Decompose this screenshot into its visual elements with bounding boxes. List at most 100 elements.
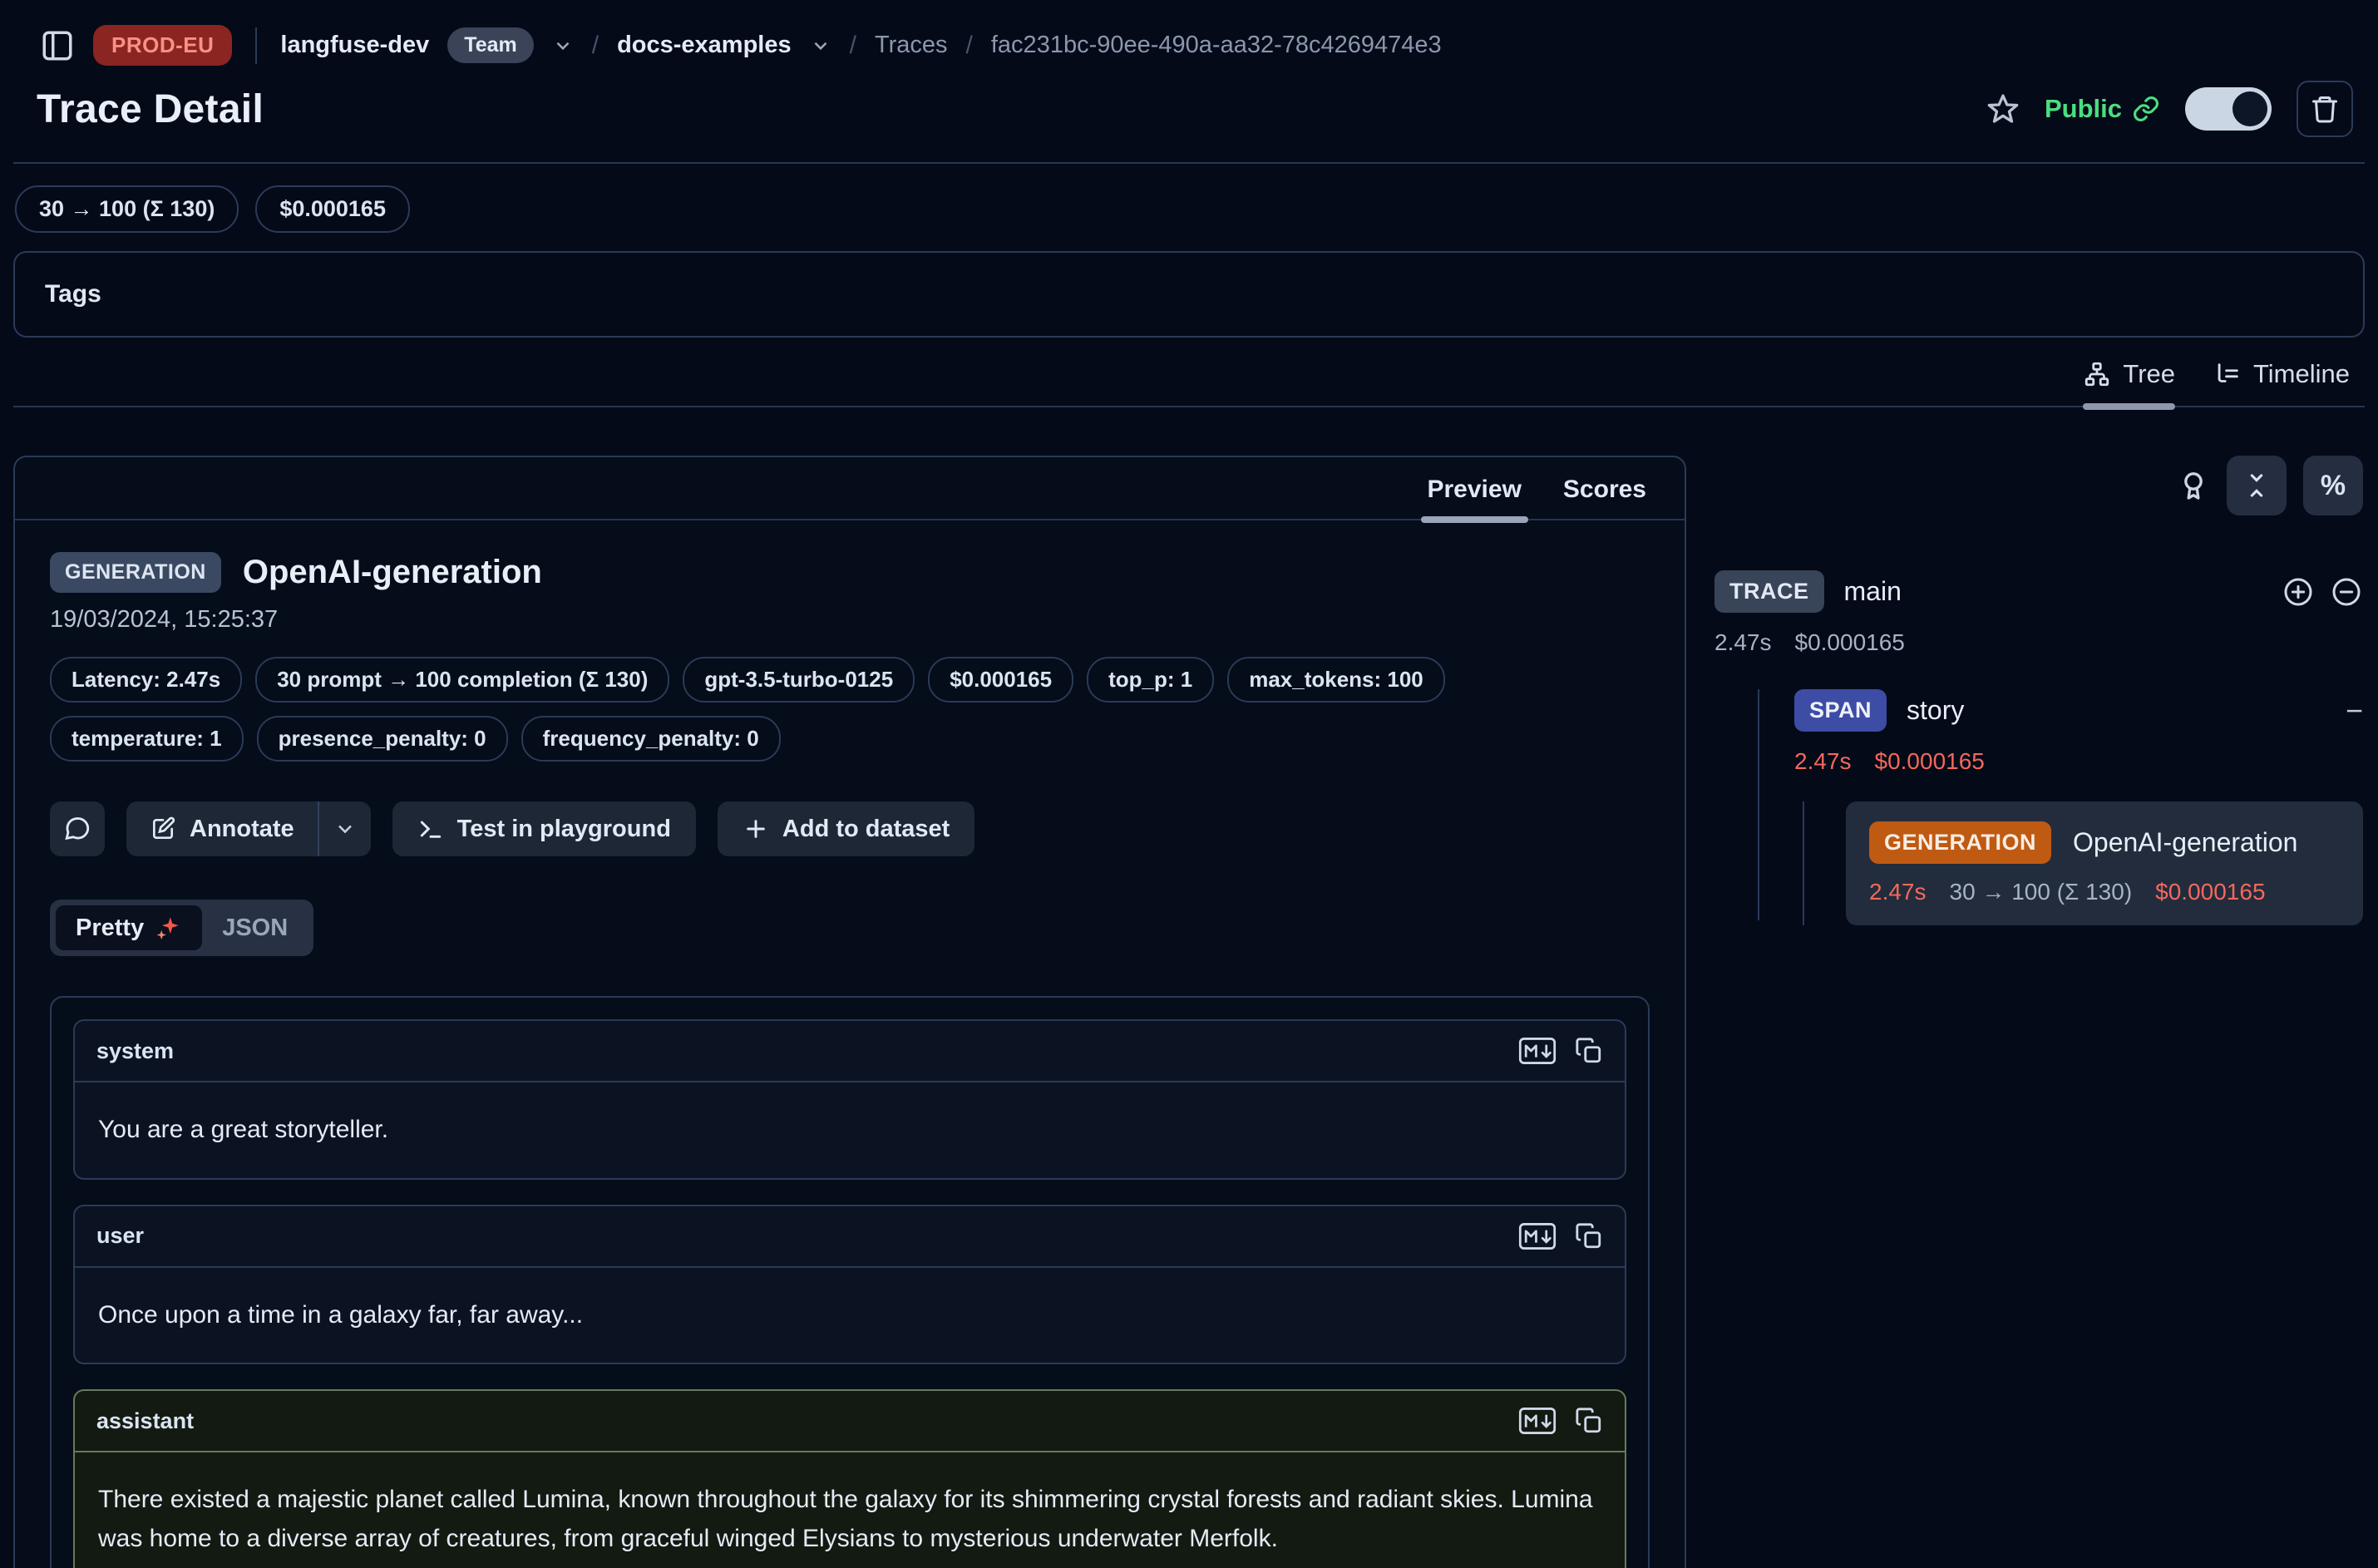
org-type-badge: Team <box>447 27 533 63</box>
copy-button[interactable] <box>1575 1037 1603 1065</box>
markdown-icon <box>1518 1036 1557 1066</box>
generation-metrics: 2.47s 30 → 100 (Σ 130) $0.000165 <box>1869 879 2340 905</box>
annotate-dropdown-button[interactable] <box>319 801 371 856</box>
test-in-playground-button[interactable]: Test in playground <box>392 801 696 856</box>
percent-icon: % <box>2321 470 2346 502</box>
tab-scores-label: Scores <box>1563 476 1646 503</box>
bookmark-star-button[interactable] <box>1986 92 2020 126</box>
observation-meta-badge: frequency_penalty: 0 <box>521 716 781 762</box>
zoom-out-circle-button[interactable] <box>2330 575 2363 609</box>
breadcrumb-trace-id: fac231bc-90ee-490a-aa32-78c4269474e3 <box>991 32 1442 59</box>
breadcrumb-slash: / <box>592 32 599 60</box>
copy-icon <box>1575 1222 1603 1250</box>
generation-name: OpenAI-generation <box>2073 827 2297 858</box>
span-metrics: 2.47s $0.000165 <box>1794 748 2363 775</box>
content-area: Preview Scores GENERATION OpenAI-generat… <box>13 456 2365 1568</box>
observation-meta-badge: temperature: 1 <box>50 716 244 762</box>
observation-body: GENERATION OpenAI-generation 19/03/2024,… <box>15 520 1685 1568</box>
trace-latency: 2.47s <box>1714 629 1772 656</box>
copy-button[interactable] <box>1575 1407 1603 1435</box>
copy-button[interactable] <box>1575 1222 1603 1250</box>
collapse-vertical-icon <box>2242 471 2271 500</box>
link-icon <box>2132 95 2160 123</box>
format-json-button[interactable]: JSON <box>202 906 308 950</box>
tree-node-generation-wrap: GENERATION OpenAI-generation 2.47s 30 → … <box>1846 801 2363 925</box>
format-pretty-button[interactable]: Pretty <box>56 905 202 950</box>
toggle-knob <box>2232 91 2267 126</box>
tree-guide-line <box>1758 689 1759 920</box>
message-role: assistant <box>96 1408 194 1434</box>
format-toggle: Pretty JSON <box>50 900 313 956</box>
message-content: There existed a majestic planet called L… <box>75 1452 1625 1568</box>
message-header-icons <box>1518 1036 1603 1066</box>
chevron-down-icon <box>333 817 357 841</box>
collapse-node-button[interactable]: − <box>2346 696 2363 726</box>
trace-summary-badge: 30 → 100 (Σ 130) <box>15 185 239 233</box>
zoom-in-circle-button[interactable] <box>2282 575 2315 609</box>
breadcrumb-project[interactable]: docs-examples <box>617 32 792 59</box>
observation-timestamp: 19/03/2024, 15:25:37 <box>50 606 1650 634</box>
tree-toolbar: % <box>1714 456 2363 515</box>
breadcrumb-traces[interactable]: Traces <box>875 32 948 59</box>
trace-row-icons <box>2282 575 2363 609</box>
generation-tokens: 30 → 100 (Σ 130) <box>1950 879 2133 905</box>
public-label: Public <box>2045 94 2122 124</box>
trace-summary-badge: $0.000165 <box>255 185 410 233</box>
panel-tabs: Preview Scores <box>15 457 1685 520</box>
award-icon <box>2177 469 2210 502</box>
public-toggle[interactable] <box>2185 87 2272 131</box>
tab-timeline-label: Timeline <box>2253 359 2350 389</box>
message-header: assistant <box>75 1391 1625 1452</box>
observation-actions: Annotate Test in playgroun <box>50 801 1650 856</box>
trace-summary-badges: 30 → 100 (Σ 130) $0.000165 <box>13 164 2365 233</box>
star-icon <box>1986 92 2020 126</box>
observation-meta-badge: 30 prompt → 100 completion (Σ 130) <box>255 657 669 703</box>
edit-icon <box>150 816 176 842</box>
trace-metrics: 2.47s $0.000165 <box>1714 629 2363 656</box>
messages-container: system <box>50 996 1650 1568</box>
view-tabs: Tree Timeline <box>13 359 2365 407</box>
trace-detail-page: PROD-EU langfuse-dev Team / docs-example… <box>0 0 2378 1568</box>
page-title: Trace Detail <box>37 86 264 132</box>
public-link[interactable]: Public <box>2045 94 2160 124</box>
annotate-button[interactable]: Annotate <box>126 801 318 856</box>
comment-button[interactable] <box>50 801 105 856</box>
metrics-percent-button[interactable]: % <box>2303 456 2363 515</box>
panel-left-icon <box>40 28 75 63</box>
breadcrumb-org[interactable]: langfuse-dev <box>280 32 429 59</box>
markdown-toggle-button[interactable] <box>1518 1221 1557 1251</box>
delete-trace-button[interactable] <box>2297 81 2353 137</box>
pretty-label: Pretty <box>76 915 144 942</box>
timeline-icon <box>2213 360 2242 388</box>
markdown-icon <box>1518 1221 1557 1251</box>
observation-type-badge: GENERATION <box>50 552 221 593</box>
tree-node-span[interactable]: SPAN story − 2.47s $0.000165 GENERATION … <box>1794 689 2363 925</box>
collapse-all-button[interactable] <box>2227 456 2287 515</box>
tab-tree[interactable]: Tree <box>2083 359 2175 406</box>
breadcrumb-divider <box>255 27 257 64</box>
generation-type-badge: GENERATION <box>1869 821 2051 864</box>
tree-node-generation-selected[interactable]: GENERATION OpenAI-generation 2.47s 30 → … <box>1846 801 2363 925</box>
message-user: user <box>73 1205 1626 1365</box>
tab-tree-label: Tree <box>2123 359 2175 389</box>
markdown-toggle-button[interactable] <box>1518 1036 1557 1066</box>
tags-box[interactable]: Tags <box>13 251 2365 338</box>
plus-icon <box>743 816 769 842</box>
tree-node-trace[interactable]: TRACE main <box>1714 570 2363 613</box>
markdown-toggle-button[interactable] <box>1518 1406 1557 1436</box>
span-name: story <box>1907 695 1964 726</box>
sidebar-toggle-button[interactable] <box>40 28 75 63</box>
chevron-down-icon[interactable] <box>552 35 574 57</box>
tab-timeline[interactable]: Timeline <box>2213 359 2350 406</box>
json-label: JSON <box>222 915 288 942</box>
scores-award-button[interactable] <box>2177 469 2210 502</box>
add-to-dataset-label: Add to dataset <box>782 816 950 843</box>
tab-preview[interactable]: Preview <box>1428 476 1522 519</box>
observation-title-row: GENERATION OpenAI-generation <box>50 552 1650 593</box>
chevron-down-icon[interactable] <box>810 35 831 57</box>
add-to-dataset-button[interactable]: Add to dataset <box>718 801 974 856</box>
observation-meta-badge: presence_penalty: 0 <box>257 716 508 762</box>
annotate-label: Annotate <box>190 816 294 843</box>
tab-scores[interactable]: Scores <box>1563 476 1646 519</box>
message-content: Once upon a time in a galaxy far, far aw… <box>75 1268 1625 1363</box>
